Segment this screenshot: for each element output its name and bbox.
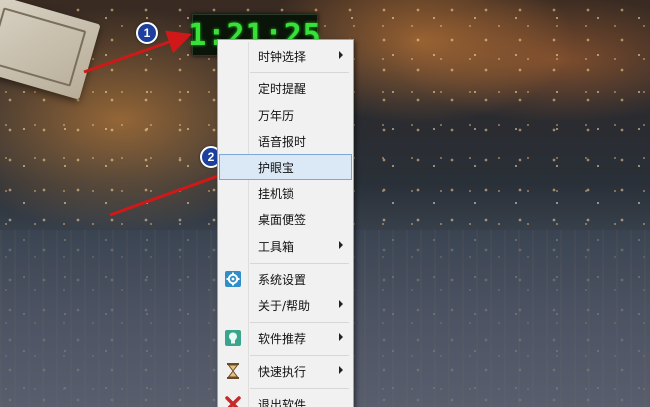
- submenu-arrow-icon: [339, 366, 343, 374]
- menu-separator: [250, 355, 349, 356]
- submenu-arrow-icon: [339, 51, 343, 59]
- menu-item-label: 快速执行: [258, 364, 307, 379]
- menu-item-eye-protection[interactable]: 护眼宝: [219, 154, 352, 180]
- menu-item-clock-select[interactable]: 时钟选择: [220, 44, 351, 68]
- menu-item-idle-lock[interactable]: 挂机锁: [220, 181, 351, 205]
- exit-x-icon: [224, 395, 242, 407]
- menu-item-software-recommend[interactable]: 软件推荐: [220, 326, 351, 350]
- gear-icon: [224, 270, 242, 288]
- menu-item-label: 退出软件: [258, 397, 307, 407]
- lightbulb-icon: [224, 329, 242, 347]
- menu-item-label: 万年历: [258, 108, 295, 123]
- annotation-badge-1: 1: [136, 22, 158, 44]
- menu-item-quick-run[interactable]: 快速执行: [220, 359, 351, 383]
- menu-item-perpetual-calendar[interactable]: 万年历: [220, 103, 351, 127]
- clock-context-menu: 时钟选择 定时提醒 万年历 语音报时 护眼宝 挂机锁 桌面便签 工具箱 系统设置…: [217, 39, 354, 407]
- menu-item-exit[interactable]: 退出软件: [220, 392, 351, 407]
- menu-item-label: 挂机锁: [258, 186, 295, 201]
- hourglass-icon: [224, 362, 242, 380]
- menu-item-label: 关于/帮助: [258, 298, 311, 313]
- menu-item-label: 系统设置: [258, 272, 307, 287]
- submenu-arrow-icon: [339, 333, 343, 341]
- menu-item-desktop-notes[interactable]: 桌面便签: [220, 207, 351, 231]
- menu-item-label: 时钟选择: [258, 49, 307, 64]
- desktop-screen: 1:21:25 1 2 时钟选择 定时提醒 万年历 语音报时 护眼宝 挂机锁 桌…: [0, 0, 650, 407]
- menu-item-label: 护眼宝: [258, 160, 295, 175]
- menu-item-label: 桌面便签: [258, 212, 307, 227]
- menu-separator: [250, 388, 349, 389]
- submenu-arrow-icon: [339, 241, 343, 249]
- menu-item-toolbox[interactable]: 工具箱: [220, 234, 351, 258]
- menu-item-timed-reminder[interactable]: 定时提醒: [220, 76, 351, 100]
- submenu-arrow-icon: [339, 300, 343, 308]
- menu-item-label: 定时提醒: [258, 81, 307, 96]
- menu-separator: [250, 263, 349, 264]
- menu-separator: [250, 322, 349, 323]
- menu-item-system-settings[interactable]: 系统设置: [220, 267, 351, 291]
- menu-item-label: 语音报时: [258, 134, 307, 149]
- menu-item-label: 工具箱: [258, 239, 295, 254]
- menu-separator: [250, 72, 349, 73]
- menu-item-about-help[interactable]: 关于/帮助: [220, 293, 351, 317]
- menu-item-label: 软件推荐: [258, 331, 307, 346]
- menu-item-voice-time[interactable]: 语音报时: [220, 129, 351, 153]
